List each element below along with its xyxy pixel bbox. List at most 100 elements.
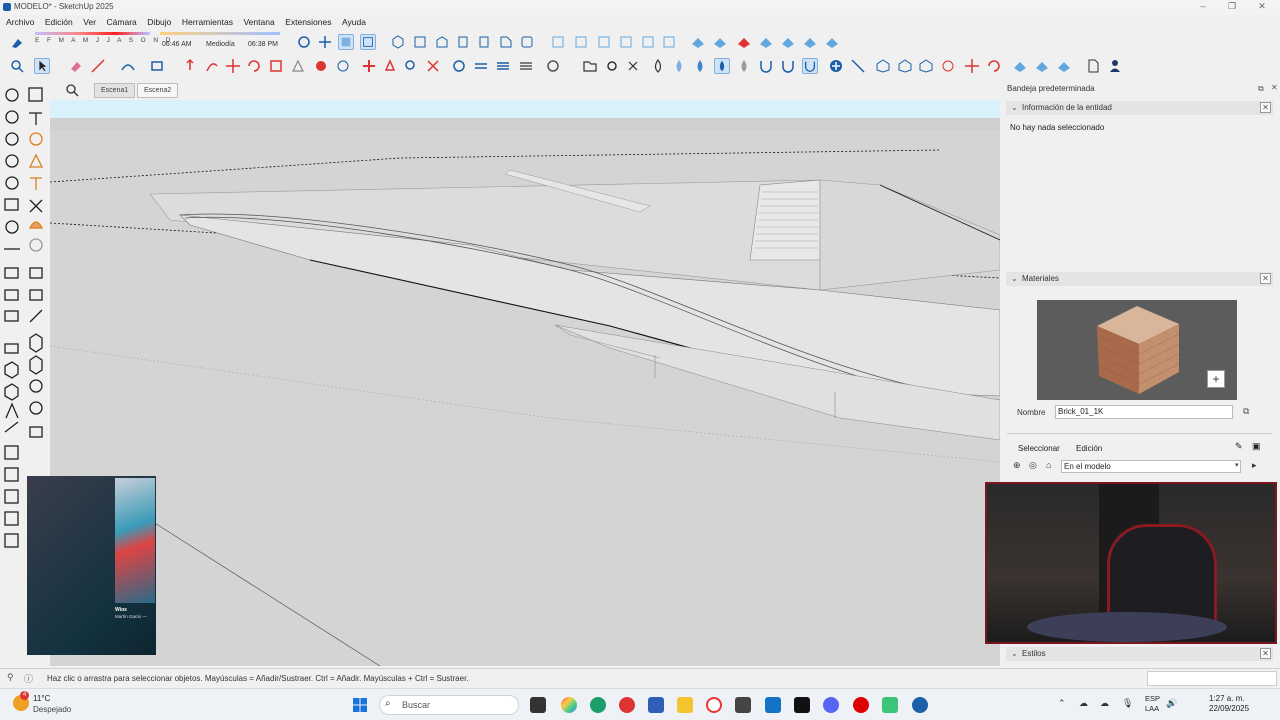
offset-tool-icon[interactable] xyxy=(290,58,306,74)
file-explorer-icon[interactable] xyxy=(677,697,693,713)
component-icon[interactable] xyxy=(573,34,589,50)
orbit-icon[interactable] xyxy=(296,34,312,50)
close-icon[interactable]: ✕ xyxy=(1252,1,1272,12)
rectangle-tool-icon[interactable] xyxy=(149,58,165,74)
user-icon[interactable] xyxy=(1107,58,1123,74)
windows-start-icon[interactable] xyxy=(352,697,368,713)
menu-ver[interactable]: Ver xyxy=(83,15,96,30)
pan-icon[interactable] xyxy=(317,34,333,50)
left-view-icon[interactable] xyxy=(498,34,514,50)
collection-select[interactable]: En el modelo xyxy=(1061,460,1241,473)
section-plane-icon[interactable] xyxy=(451,58,467,74)
terminal-icon[interactable] xyxy=(735,697,751,713)
nav-back-icon[interactable]: ⊕ xyxy=(1013,460,1021,471)
terrain-3-icon[interactable] xyxy=(1056,58,1072,74)
media-app-icon[interactable] xyxy=(853,697,869,713)
transform-1-icon[interactable] xyxy=(964,58,980,74)
top-view-icon[interactable] xyxy=(412,34,428,50)
follow-me-icon[interactable] xyxy=(204,58,220,74)
eraser-icon[interactable] xyxy=(68,58,84,74)
line-tool-icon[interactable] xyxy=(90,58,106,74)
styles-close-icon[interactable]: ✕ xyxy=(1260,648,1271,659)
restore-icon[interactable]: ❐ xyxy=(1222,1,1242,12)
smoove-icon[interactable] xyxy=(736,34,752,50)
tray-chevron-icon[interactable]: ⌃ xyxy=(1058,698,1066,709)
select-tool-icon[interactable] xyxy=(34,58,50,74)
shadow-date-slider[interactable] xyxy=(35,32,150,35)
chevron-down-icon[interactable]: ▾ xyxy=(1235,461,1239,469)
menu-herramientas[interactable]: Herramientas xyxy=(182,15,233,30)
drop-light-icon[interactable] xyxy=(671,58,687,74)
sandbox-icon[interactable] xyxy=(690,34,706,50)
scene-tab-2[interactable]: Escena2 xyxy=(137,83,179,98)
iso-view-icon[interactable] xyxy=(390,34,406,50)
entity-info-close-icon[interactable]: ✕ xyxy=(1260,102,1271,113)
model-viewport[interactable] xyxy=(50,100,1000,666)
taskbar-search[interactable]: Buscar xyxy=(379,695,519,715)
material-name-field[interactable]: Brick_01_1K xyxy=(1055,405,1233,419)
stamp-icon[interactable] xyxy=(758,34,774,50)
georeference-icon[interactable]: ⚲ xyxy=(7,672,14,683)
menu-dibujo[interactable]: Dibujo xyxy=(147,15,171,30)
game-app-icon[interactable] xyxy=(882,697,898,713)
transform-2-icon[interactable] xyxy=(986,58,1002,74)
menu-camara[interactable]: Cámara xyxy=(107,15,137,30)
outlook-icon[interactable] xyxy=(765,697,781,713)
sketchup-taskbar-icon[interactable] xyxy=(912,697,928,713)
terrain-2-icon[interactable] xyxy=(1034,58,1050,74)
styles-header[interactable]: ⌄ Estilos ✕ xyxy=(1006,647,1273,661)
magnet-icon[interactable] xyxy=(758,58,774,74)
menu-extensiones[interactable]: Extensiones xyxy=(285,15,331,30)
store-icon[interactable] xyxy=(648,697,664,713)
nav-forward-icon[interactable]: ◎ xyxy=(1029,460,1037,471)
search-tool-icon[interactable] xyxy=(9,58,25,74)
network-icon[interactable]: ☁ xyxy=(1100,698,1109,709)
scale-tool-icon[interactable] xyxy=(268,58,284,74)
shadow-time-slider[interactable] xyxy=(160,32,280,35)
opera-icon[interactable] xyxy=(706,697,722,713)
bottom-view-icon[interactable] xyxy=(519,34,535,50)
front-view-icon[interactable] xyxy=(434,34,450,50)
snap-icon[interactable] xyxy=(780,58,796,74)
mesh-icon[interactable] xyxy=(712,34,728,50)
drop-blue-icon[interactable] xyxy=(692,58,708,74)
tray-close-icon[interactable]: ✕ xyxy=(1271,83,1278,92)
move-tool-icon[interactable] xyxy=(225,58,241,74)
onedrive-icon[interactable]: ☁ xyxy=(1079,698,1088,709)
tray-pin-icon[interactable]: ⧉ xyxy=(1258,84,1264,94)
geolocation-icon[interactable] xyxy=(545,58,561,74)
section-cut-icon[interactable] xyxy=(473,58,489,74)
zoom-extents-icon[interactable] xyxy=(425,58,441,74)
menu-edicion[interactable]: Edición xyxy=(45,15,73,30)
duplicate-material-icon[interactable]: ⧉ xyxy=(1243,406,1249,417)
gear-icon[interactable] xyxy=(604,58,620,74)
add-detail-icon[interactable] xyxy=(802,34,818,50)
minimize-icon[interactable]: – xyxy=(1193,1,1213,11)
drop-gray-icon[interactable] xyxy=(736,58,752,74)
shape-1-icon[interactable] xyxy=(875,58,891,74)
paint-icon[interactable]: ▣ xyxy=(1252,441,1261,452)
back-view-icon[interactable] xyxy=(476,34,492,50)
scene-search-icon[interactable] xyxy=(64,82,80,98)
flip-edge-icon[interactable] xyxy=(824,34,840,50)
shadows-settings-icon[interactable] xyxy=(9,35,25,51)
chrome-icon[interactable] xyxy=(619,697,635,713)
add-location-icon[interactable] xyxy=(828,58,844,74)
tape-measure-icon[interactable] xyxy=(313,58,329,74)
arc-tool-icon[interactable] xyxy=(120,58,136,74)
clock-time[interactable]: 1:27 a. m. xyxy=(1209,694,1245,703)
language-indicator[interactable]: ESP xyxy=(1145,694,1160,703)
drop-active-icon[interactable] xyxy=(714,58,730,74)
back-edges-icon[interactable] xyxy=(360,34,376,50)
intersect-icon[interactable] xyxy=(640,34,656,50)
tab-edit[interactable]: Edición xyxy=(1076,444,1102,453)
close-x-icon[interactable] xyxy=(625,58,641,74)
menu-ventana[interactable]: Ventana xyxy=(243,15,274,30)
mic-icon[interactable]: 🎙 xyxy=(1122,698,1133,709)
rotate-tool-icon[interactable] xyxy=(246,58,262,74)
shape-2-icon[interactable] xyxy=(897,58,913,74)
discord-icon[interactable] xyxy=(823,697,839,713)
push-pull-icon[interactable] xyxy=(182,58,198,74)
terrain-1-icon[interactable] xyxy=(1012,58,1028,74)
copilot-icon[interactable] xyxy=(561,697,577,713)
